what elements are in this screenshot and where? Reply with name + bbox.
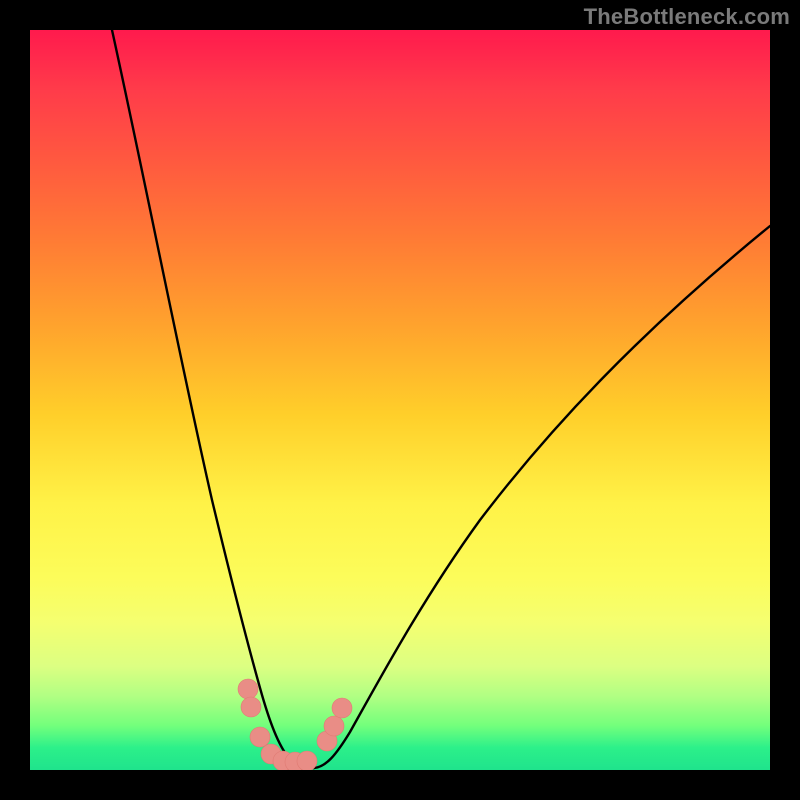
- marker-dot: [241, 697, 261, 717]
- curve-left: [112, 30, 314, 768]
- marker-group: [238, 679, 352, 770]
- marker-dot: [297, 751, 317, 770]
- marker-dot: [324, 716, 344, 736]
- curve-layer: [30, 30, 770, 770]
- chart-frame: TheBottleneck.com: [0, 0, 800, 800]
- curve-right: [314, 226, 770, 768]
- marker-dot: [250, 727, 270, 747]
- marker-dot: [332, 698, 352, 718]
- watermark-text: TheBottleneck.com: [584, 4, 790, 30]
- marker-dot: [238, 679, 258, 699]
- plot-area: [30, 30, 770, 770]
